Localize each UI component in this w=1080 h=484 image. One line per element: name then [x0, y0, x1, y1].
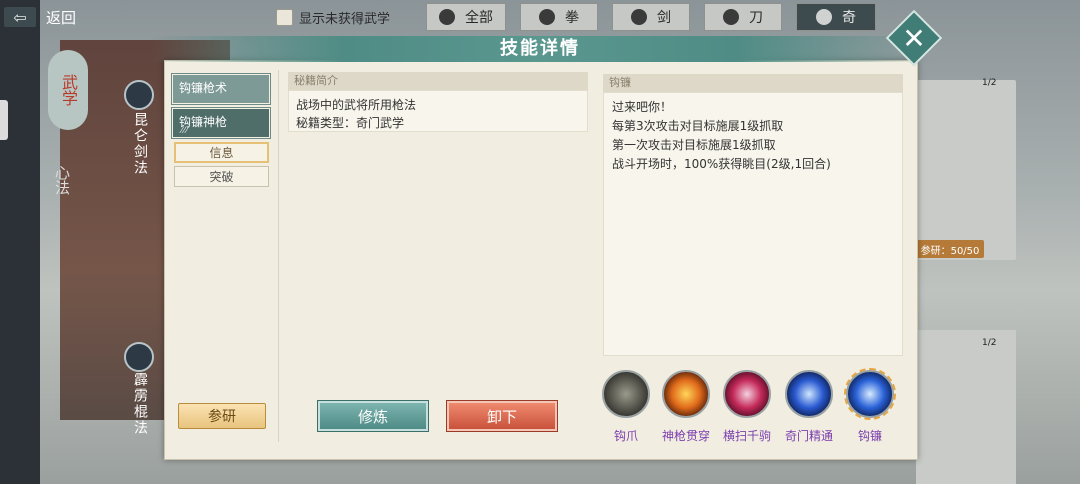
- skill-header: 钩镰: [603, 74, 903, 92]
- school-thunder-staff[interactable]: 霹雳棍法: [130, 372, 150, 436]
- shuriken-school-icon: [124, 342, 154, 372]
- show-unacquired-toggle[interactable]: 显示未获得武学: [276, 8, 390, 27]
- skill-label-spear-pierce: 神枪贯穿: [661, 429, 710, 443]
- filter-label: 剑: [657, 10, 671, 26]
- filter-label: 全部: [465, 10, 493, 26]
- blade-icon: [723, 9, 739, 25]
- skill-label-sweep: 横扫千驹: [722, 429, 771, 443]
- research-progress-pill: 参研：50/50: [916, 240, 984, 258]
- desc-line: 每第3次攻击对目标施展1级抓取: [612, 119, 784, 133]
- background-left-strip: [0, 0, 40, 484]
- sword-school-icon: [124, 80, 154, 110]
- filter-tab-blade[interactable]: 刀: [704, 3, 782, 31]
- background-character-card[interactable]: [916, 80, 1016, 260]
- skill-description: 过来吧你！ 每第3次攻击对目标施展1级抓取 第一次攻击对目标施展1级抓取 战斗开…: [603, 92, 903, 356]
- selected-skill-frame: [844, 368, 896, 420]
- card-count-1: 1/2: [982, 78, 997, 88]
- back-button[interactable]: ⇦ 返回: [4, 4, 94, 30]
- filter-tab-sword[interactable]: 剑: [612, 3, 690, 31]
- back-label: 返回: [46, 8, 77, 27]
- divider: [278, 70, 279, 442]
- tab-breakthrough[interactable]: 突破: [174, 166, 269, 187]
- intro-line: 秘籍类型：奇门武学: [296, 116, 405, 130]
- show-unacquired-label: 显示未获得武学: [299, 12, 391, 27]
- desc-line: 战斗开场时，100%获得眺目(2级,1回合): [612, 157, 831, 171]
- filter-label: 拳: [565, 10, 579, 26]
- close-icon[interactable]: ✕: [894, 18, 934, 58]
- school-kunlun-sword[interactable]: 昆仑剑法: [130, 112, 150, 176]
- heart-method-tab[interactable]: 心法: [52, 165, 73, 195]
- back-arrow-icon: ⇦: [4, 7, 36, 27]
- desc-line: 过来吧你！: [612, 100, 673, 114]
- skill-list-item-selected[interactable]: 钩镰神枪 ⁄⁄⁄: [172, 108, 270, 138]
- filter-tab-all[interactable]: 全部: [426, 3, 506, 31]
- shuriken-icon: [816, 9, 832, 25]
- desc-line: 第一次攻击对目标施展1级抓取: [612, 138, 776, 152]
- skill-level-marks: ⁄⁄⁄: [181, 126, 189, 136]
- sword-icon: [631, 9, 647, 25]
- skill-label-mastery: 奇门精通: [784, 429, 833, 443]
- filter-tab-special[interactable]: 奇: [796, 3, 876, 31]
- mastery-icon[interactable]: [785, 370, 833, 418]
- train-button[interactable]: 修炼: [318, 401, 428, 431]
- claw-icon[interactable]: [602, 370, 650, 418]
- checkbox-icon[interactable]: [276, 9, 293, 26]
- side-collapse-tab[interactable]: [0, 100, 8, 140]
- martial-badge-label: 武学: [59, 74, 78, 106]
- intro-box: 战场中的武将所用枪法 秘籍类型：奇门武学: [288, 90, 588, 132]
- intro-line: 战场中的武将所用枪法: [296, 98, 417, 112]
- card-count-2: 1/2: [982, 338, 997, 348]
- filter-tab-fist[interactable]: 拳: [520, 3, 598, 31]
- martial-category-badge[interactable]: 武学: [48, 50, 88, 130]
- research-button[interactable]: 参研: [178, 403, 266, 429]
- fist-icon: [539, 9, 555, 25]
- skill-label-hook-sickle: 钩镰: [857, 429, 882, 443]
- filter-label: 刀: [749, 10, 763, 26]
- tab-info[interactable]: 信息: [174, 142, 269, 163]
- unload-button[interactable]: 卸下: [447, 401, 557, 431]
- background-character-card-2[interactable]: [916, 330, 1016, 484]
- sweep-icon[interactable]: [723, 370, 771, 418]
- spear-pierce-icon[interactable]: [662, 370, 710, 418]
- skill-list-item[interactable]: 钩镰枪术: [172, 74, 270, 104]
- bag-icon: [439, 9, 455, 25]
- intro-header: 秘籍简介: [288, 72, 588, 90]
- filter-label: 奇: [842, 10, 856, 26]
- skill-list-label: 钩镰枪术: [179, 81, 228, 95]
